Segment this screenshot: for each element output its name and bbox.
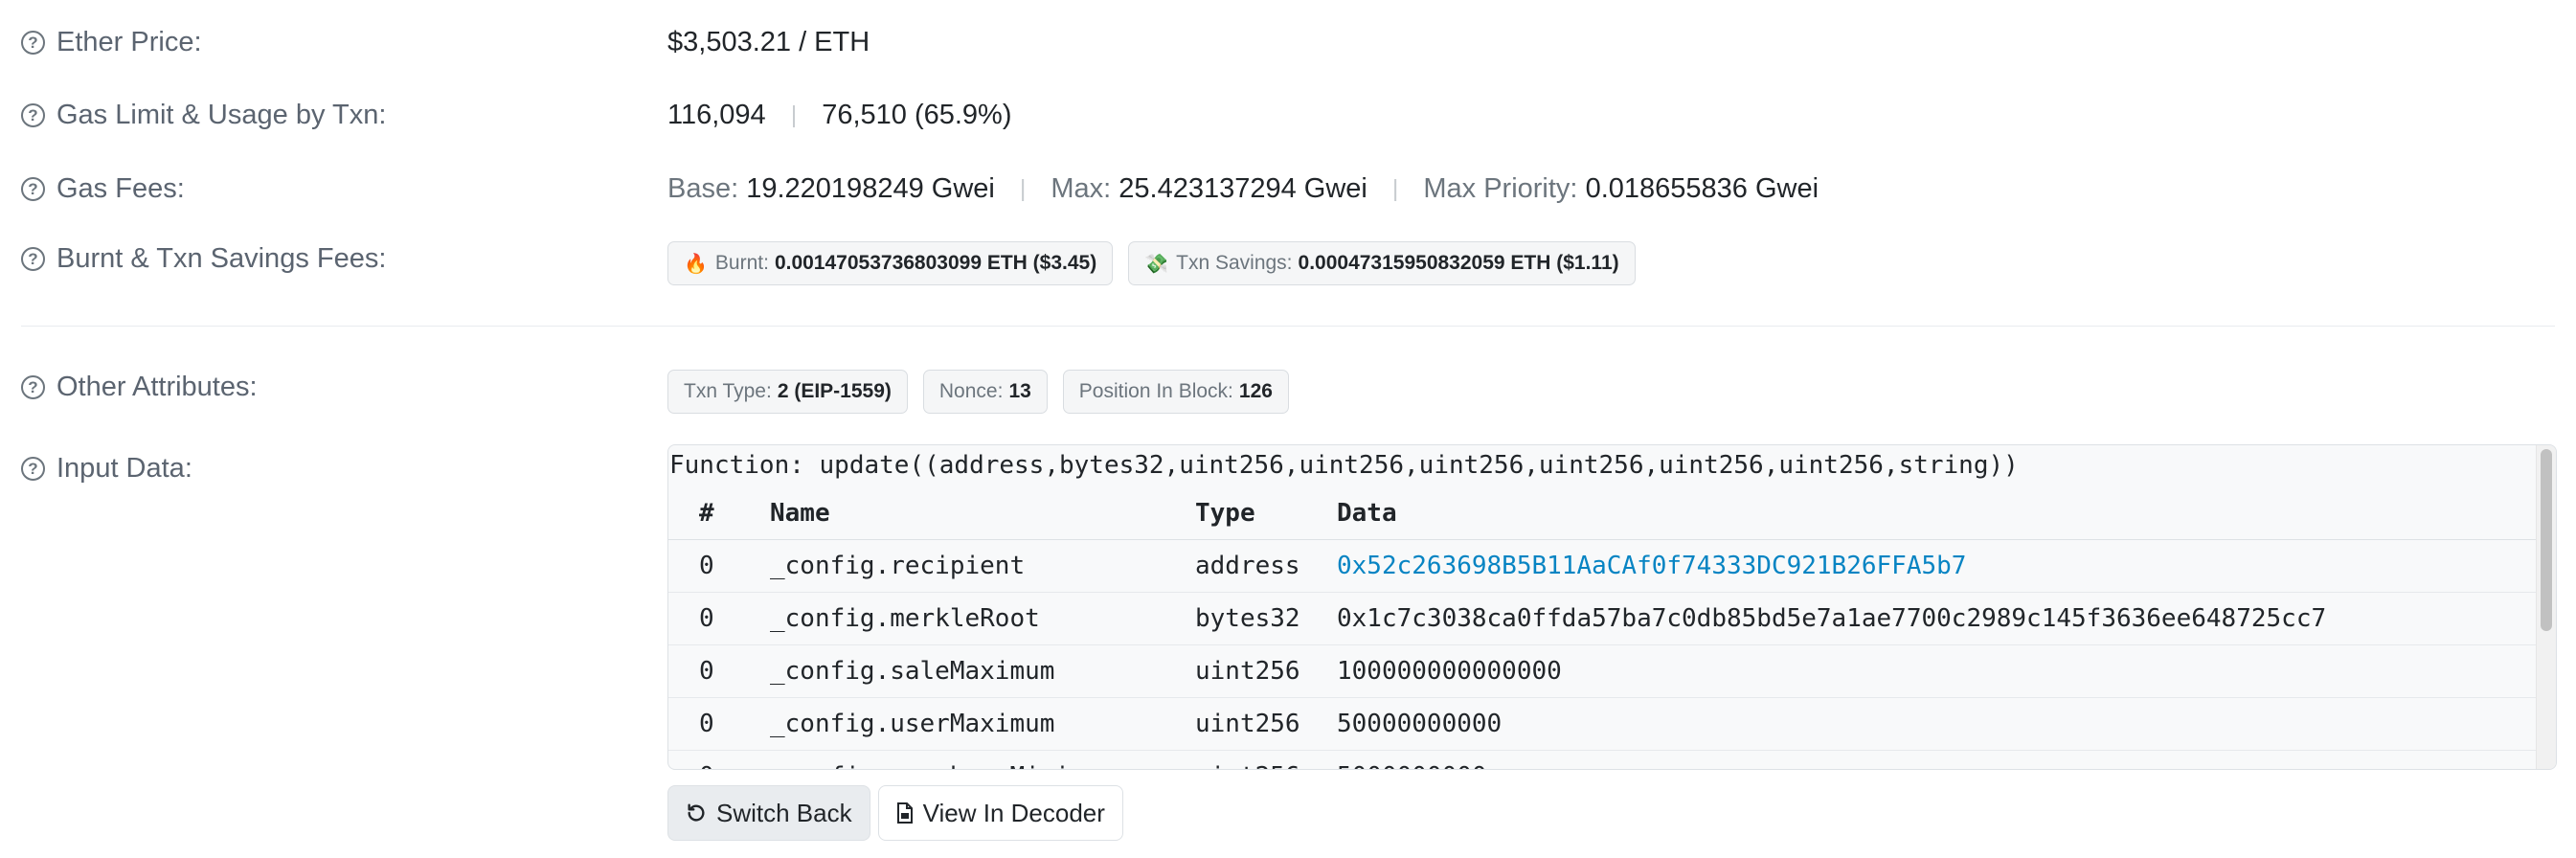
base-fee-value: 19.220198249 Gwei — [746, 172, 995, 204]
input-data-box[interactable]: Function: update((address,bytes32,uint25… — [667, 444, 2557, 770]
row-name: _config.userMaximum — [770, 710, 1055, 738]
section-divider — [21, 326, 2555, 327]
scrollbar-thumb[interactable] — [2541, 449, 2552, 631]
position-in-block-badge: Position In Block: 126 — [1062, 370, 1289, 414]
row-data: 50000000000 — [1337, 710, 1503, 738]
separator: | — [1391, 174, 1399, 202]
column-header-name: Name — [770, 499, 830, 528]
table-row: 0 _config.saleMaximum uint256 1000000000… — [668, 645, 2538, 698]
other-attributes-value: Txn Type: 2 (EIP-1559) Nonce: 13 Position … — [667, 368, 1304, 416]
question-circle-icon[interactable]: ? — [21, 30, 45, 55]
question-circle-icon[interactable]: ? — [21, 456, 45, 481]
nonce-badge: Nonce: 13 — [922, 370, 1048, 414]
gas-limit: 116,094 — [667, 99, 766, 130]
row-num: 0 — [699, 604, 714, 633]
priority-fee-value: 0.018655836 Gwei — [1585, 172, 1819, 204]
burnt-badge: 🔥 Burnt: 0.00147053736803099 ETH ($3.45) — [667, 241, 1114, 285]
row-data: 5000000000 — [1337, 762, 1487, 769]
row-type: address — [1195, 552, 1300, 580]
priority-fee-label: Max Priority: — [1423, 172, 1578, 204]
ether-price-row: ? Ether Price: $3,503.21 / ETH — [0, 21, 2576, 63]
row-num: 0 — [699, 710, 714, 738]
gas-limit-value: 116,094 | 76,510 (65.9%) — [667, 94, 1012, 136]
gas-fees-label: ? Gas Fees: — [21, 168, 185, 210]
table-row: 0 _config.purchaseMinimum uint256 500000… — [668, 751, 2538, 769]
row-name: _config.merkleRoot — [770, 604, 1040, 633]
row-type: uint256 — [1195, 657, 1300, 686]
base-fee-label: Base: — [667, 172, 739, 204]
ether-price-label: ? Ether Price: — [21, 21, 202, 63]
transaction-details-panel: ? Ether Price: $3,503.21 / ETH ? Gas Lim… — [0, 0, 2576, 858]
vertical-scrollbar[interactable] — [2536, 445, 2556, 769]
table-row: 0 _config.userMaximum uint256 5000000000… — [668, 698, 2538, 751]
gas-fees-value: Base: 19.220198249 Gwei | Max: 25.423137… — [667, 168, 1819, 210]
switch-back-button[interactable]: Switch Back — [667, 785, 870, 841]
txn-type-badge: Txn Type: 2 (EIP-1559) — [667, 370, 908, 414]
column-header-num: # — [699, 499, 714, 528]
table-header: # Name Type Data — [668, 487, 2538, 540]
max-fee-label: Max: — [1051, 172, 1112, 204]
question-circle-icon[interactable]: ? — [21, 176, 45, 201]
question-circle-icon[interactable]: ? — [21, 246, 45, 271]
ether-price-value: $3,503.21 / ETH — [667, 26, 870, 57]
other-attributes-row: ? Other Attributes: Txn Type: 2 (EIP-1559… — [0, 366, 2576, 416]
row-num: 0 — [699, 552, 714, 580]
table-row: 0 _config.recipient address 0x52c263698B… — [668, 540, 2538, 593]
row-type: uint256 — [1195, 710, 1300, 738]
row-data: 100000000000000 — [1337, 657, 1562, 686]
txn-savings-badge: 💸 Txn Savings: 0.00047315950832059 ETH ($… — [1128, 241, 1636, 285]
row-name: _config.saleMaximum — [770, 657, 1055, 686]
separator: | — [790, 101, 798, 128]
burnt-fees-row: ? Burnt & Txn Savings Fees: 🔥 Burnt: 0.00… — [0, 237, 2576, 287]
money-icon: 💸 — [1144, 253, 1169, 275]
separator: | — [1019, 174, 1027, 202]
row-type: uint256 — [1195, 762, 1300, 769]
view-in-decoder-button[interactable]: View In Decoder — [877, 785, 1123, 841]
other-attributes-label: ? Other Attributes: — [21, 366, 258, 408]
gas-limit-label: ? Gas Limit & Usage by Txn: — [21, 94, 386, 136]
row-num: 0 — [699, 762, 714, 769]
rotate-left-icon — [686, 802, 707, 824]
burnt-fees-value: 🔥 Burnt: 0.00147053736803099 ETH ($3.45) … — [667, 239, 1651, 287]
decoded-input-table: # Name Type Data 0 _config.recipient add… — [668, 487, 2538, 769]
function-signature: Function: update((address,bytes32,uint25… — [669, 451, 2019, 480]
row-name: _config.purchaseMinimum — [770, 762, 1115, 769]
burnt-fees-label: ? Burnt & Txn Savings Fees: — [21, 237, 386, 280]
input-data-label: ? Input Data: — [21, 447, 192, 489]
question-circle-icon[interactable]: ? — [21, 102, 45, 127]
table-row: 0 _config.merkleRoot bytes32 0x1c7c3038c… — [668, 593, 2538, 645]
row-num: 0 — [699, 657, 714, 686]
input-data-actions: Switch Back View In Decoder — [667, 785, 1131, 841]
column-header-type: Type — [1195, 499, 1255, 528]
gas-usage: 76,510 (65.9%) — [822, 99, 1012, 130]
row-type: bytes32 — [1195, 604, 1300, 633]
question-circle-icon[interactable]: ? — [21, 374, 45, 399]
fire-icon: 🔥 — [684, 253, 708, 275]
row-name: _config.recipient — [770, 552, 1026, 580]
column-header-data: Data — [1337, 499, 1397, 528]
file-icon — [896, 802, 914, 824]
gas-fees-row: ? Gas Fees: Base: 19.220198249 Gwei | Ma… — [0, 168, 2576, 210]
row-data: 0x1c7c3038ca0ffda57ba7c0db85bd5e7a1ae770… — [1337, 604, 2327, 633]
recipient-address-link[interactable]: 0x52c263698B5B11AaCAf0f74333DC921B26FFA5… — [1337, 552, 1966, 580]
gas-limit-row: ? Gas Limit & Usage by Txn: 116,094 | 76… — [0, 94, 2576, 136]
max-fee-value: 25.423137294 Gwei — [1119, 172, 1367, 204]
